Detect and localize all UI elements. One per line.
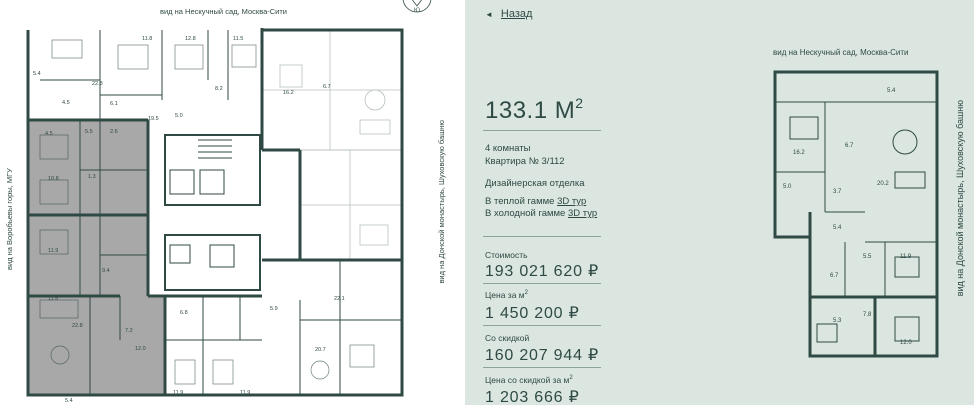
room-area: 8.2 — [215, 86, 223, 92]
room-area: 22.1 — [334, 296, 345, 302]
apartment-info-panel: ◄ Назад 133.1 М2 4 комнаты Квартира № 3/… — [465, 0, 974, 405]
view-label-top: вид на Нескучный сад, Москва-Сити — [160, 7, 287, 16]
room-area: 11.6 — [48, 296, 58, 302]
room-area: 11.5 — [233, 36, 243, 42]
room-area: 5.4 — [887, 88, 896, 94]
room-area: 5.3 — [833, 318, 842, 324]
compass-letter: Ю — [414, 8, 420, 14]
floor-plan: Ю 11.8 12.8 11.5 5.4 22.8 6.1 4.5 19.5 5… — [26, 0, 432, 404]
room-area: 6.7 — [830, 273, 839, 279]
room-area: 1.3 — [88, 174, 96, 180]
warm-tour-label: В теплой гамме — [485, 196, 558, 207]
price-per-m-value: 1 450 200 ₽ — [485, 305, 580, 322]
room-area: 20.7 — [315, 347, 326, 353]
divider — [483, 130, 601, 131]
room-area: 6.1 — [110, 101, 118, 107]
room-area: 20.2 — [877, 181, 889, 187]
room-area: 5.5 — [85, 129, 93, 135]
discount-per-m-text: Цена со скидкой за м — [485, 375, 570, 385]
back-button[interactable]: ◄ Назад — [485, 8, 532, 20]
unit-view-label-right: вид на Донской монастырь, Шуховскую башн… — [955, 100, 965, 297]
discount-per-m-label: Цена со скидкой за м2 — [485, 375, 573, 385]
room-area: 10.8 — [48, 176, 59, 182]
room-area: 4.5 — [62, 100, 70, 106]
room-area: 11.9 — [48, 248, 58, 254]
discount-label: Со скидкой — [485, 333, 530, 343]
room-area: 22.8 — [92, 81, 103, 87]
room-area: 5.4 — [65, 398, 73, 404]
apartment-number: Квартира № 3/112 — [485, 156, 565, 167]
view-label-right: вид на Донской монастырь, Шуховскую башн… — [437, 120, 446, 284]
highlighted-apartment[interactable] — [27, 119, 166, 396]
unit-sup: 2 — [569, 375, 573, 382]
warm-3d-tour-link[interactable]: 3D тур — [557, 196, 586, 207]
area-unit-sup: 2 — [575, 95, 584, 111]
cost-label: Стоимость — [485, 250, 528, 260]
room-area: 19.5 — [148, 116, 159, 122]
compass-icon: Ю — [402, 0, 432, 14]
room-area: 4.5 — [45, 131, 53, 137]
room-area: 3.7 — [833, 189, 842, 195]
rooms-count: 4 комнаты — [485, 143, 531, 154]
cost-value: 193 021 620 ₽ — [485, 263, 600, 280]
cold-3d-tour-link[interactable]: 3D тур — [568, 208, 597, 219]
unit-sup: 2 — [524, 290, 528, 297]
room-area: 7.8 — [863, 312, 872, 318]
room-area: 5.4 — [33, 71, 41, 77]
divider — [483, 367, 601, 368]
room-area: 16.2 — [793, 150, 805, 156]
view-label-left: вид на Воробьевы горы, МГУ — [5, 168, 14, 270]
room-area: 12.8 — [185, 36, 196, 42]
room-area: 16.2 — [283, 90, 294, 96]
room-area: 6.8 — [180, 310, 188, 316]
room-area: 5.0 — [783, 184, 792, 190]
room-area: 6.7 — [323, 84, 331, 90]
room-area: 2.6 — [110, 129, 118, 135]
room-area: 12.0 — [135, 346, 146, 352]
price-per-m-text: Цена за м — [485, 290, 525, 300]
divider — [483, 283, 601, 284]
apartment-area: 133.1 М2 — [485, 95, 584, 125]
arrow-left-icon: ◄ — [485, 9, 493, 19]
room-area: 5.5 — [863, 254, 872, 260]
unit-floor-plan: 5.4 16.2 6.7 5.0 3.7 20.2 5.4 5.5 11.9 6… — [773, 70, 939, 358]
cold-tour-row: В холодной гамме 3D тур — [485, 208, 597, 219]
discount-value: 160 207 944 ₽ — [485, 347, 600, 364]
room-area: 6.7 — [845, 143, 854, 149]
room-area: 11.9 — [173, 390, 183, 396]
price-per-m-label: Цена за м2 — [485, 290, 528, 300]
room-area: 5.9 — [270, 306, 278, 312]
finish-type: Дизайнерская отделка — [485, 178, 585, 189]
back-label: Назад — [500, 8, 533, 20]
room-area: 11.9 — [240, 390, 250, 396]
room-area: 9.4 — [102, 268, 110, 274]
warm-tour-row: В теплой гамме 3D тур — [485, 196, 586, 207]
floor-plan-panel: Ю 11.8 12.8 11.5 5.4 22.8 6.1 4.5 19.5 5… — [0, 0, 465, 405]
area-value: 133.1 М — [485, 97, 576, 124]
room-area: 7.2 — [125, 328, 133, 334]
divider — [483, 236, 601, 237]
room-area: 11.9 — [900, 254, 912, 260]
discount-per-m-value: 1 203 666 ₽ — [485, 389, 580, 405]
room-area: 5.0 — [175, 113, 183, 119]
unit-view-label-top: вид на Нескучный сад, Москва-Сити — [773, 48, 909, 57]
divider — [483, 325, 601, 326]
room-area: 5.4 — [833, 225, 842, 231]
cold-tour-label: В холодной гамме — [485, 208, 568, 219]
room-area: 22.8 — [72, 323, 83, 329]
room-area: 12.0 — [900, 340, 912, 346]
room-area: 11.8 — [142, 36, 152, 42]
